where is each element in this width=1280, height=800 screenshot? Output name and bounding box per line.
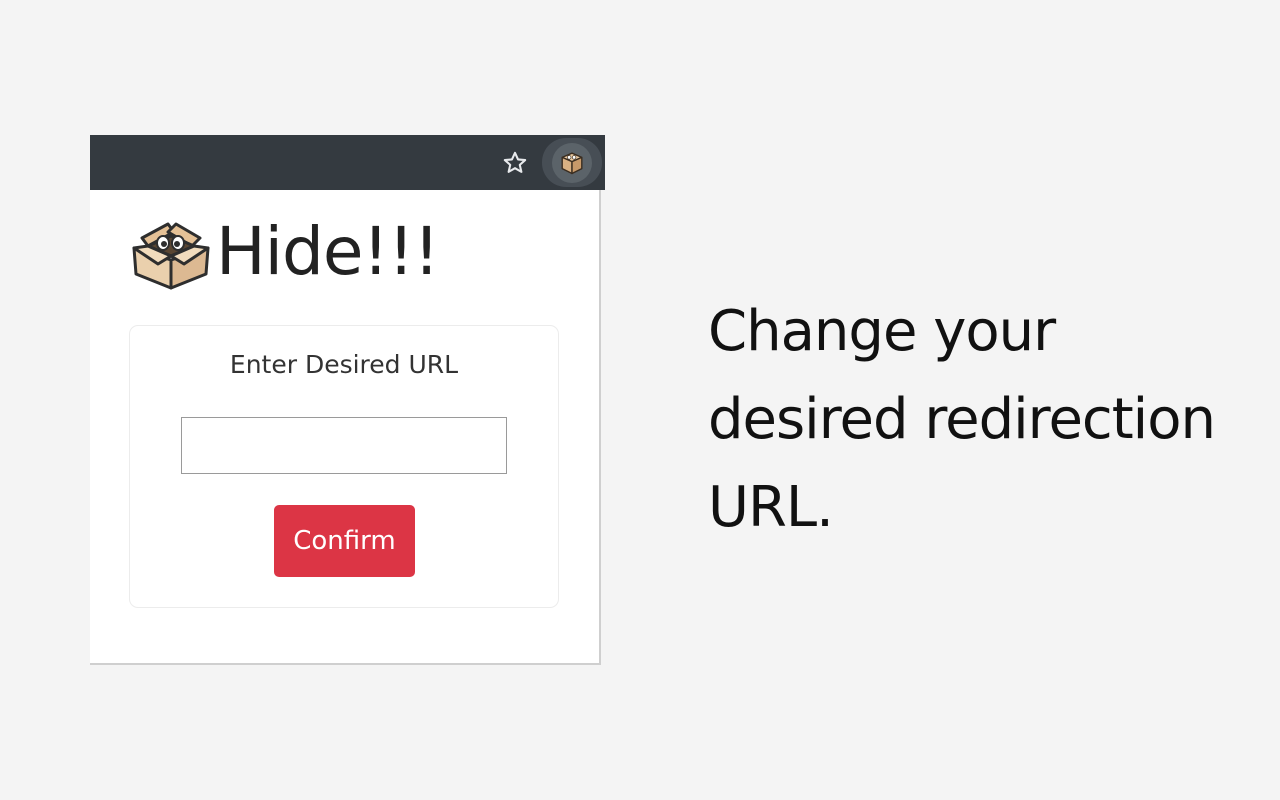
confirm-button[interactable]: Confirm [274, 505, 415, 577]
promo-caption: Change your desired redirection URL. [708, 299, 1216, 540]
extension-icon-ring [552, 142, 592, 183]
url-input[interactable] [181, 417, 507, 474]
bookmark-star-button[interactable] [495, 135, 535, 190]
star-outline-icon [503, 151, 527, 173]
url-form-card: Enter Desired URL Confirm [130, 326, 558, 607]
cardboard-box-with-eyes-icon [132, 222, 210, 290]
brand-title: Hide!!! [216, 212, 440, 290]
brand-header: Hide!!! [128, 206, 440, 296]
extension-button[interactable] [542, 138, 602, 187]
browser-toolbar [90, 135, 605, 190]
url-field-label: Enter Desired URL [229, 350, 459, 379]
extension-popup: Hide!!! Enter Desired URL Confirm [90, 190, 601, 665]
promo-stage: Hide!!! Enter Desired URL Confirm Change… [0, 0, 1280, 800]
cardboard-box-icon [561, 152, 583, 174]
